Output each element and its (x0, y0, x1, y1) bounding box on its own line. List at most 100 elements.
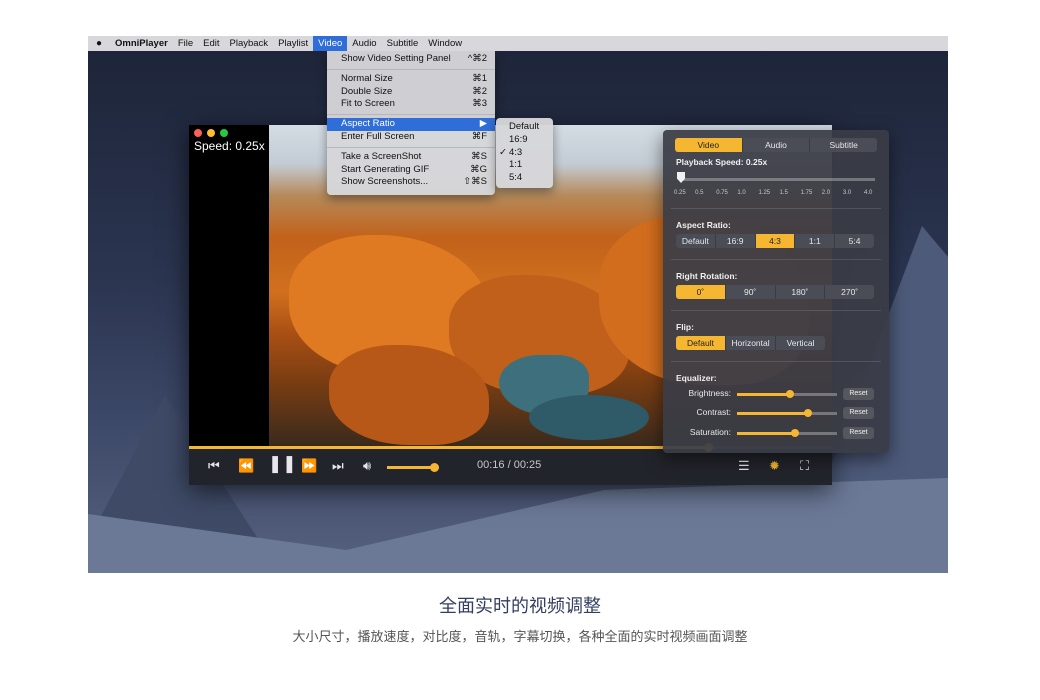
submenu-item-5-4[interactable]: 5:4 (496, 172, 553, 185)
menu-item-label: Aspect Ratio (341, 118, 395, 130)
zoom-window-button[interactable] (220, 129, 228, 137)
menu-item-show-video-setting-panel[interactable]: Show Video Setting Panel ^⌘2 (327, 53, 495, 66)
volume-icon[interactable]: 🔊︎ (363, 458, 371, 474)
menu-playback[interactable]: Playback (225, 36, 274, 51)
rotation-option-270[interactable]: 270˚ (825, 285, 874, 299)
flip-option-vertical[interactable]: Vertical (776, 336, 825, 350)
submenu-item-4-3[interactable]: ✓ 4:3 (496, 147, 553, 160)
check-icon: ✓ (499, 146, 507, 158)
fast-forward-icon[interactable]: ⏩ (301, 458, 317, 474)
speed-tick-label: 2.0 (821, 190, 831, 196)
menu-audio[interactable]: Audio (347, 36, 381, 51)
menu-item-label: Normal Size (341, 72, 393, 84)
contrast-slider[interactable] (737, 409, 837, 417)
menu-file[interactable]: File (173, 36, 198, 51)
speed-tick-label: 1.0 (737, 190, 746, 196)
rotation-option-180[interactable]: 180˚ (776, 285, 826, 299)
aspect-ratio-label: Aspect Ratio: (676, 220, 731, 230)
apple-icon[interactable]: ● (88, 38, 110, 49)
aspect-option-5-4[interactable]: 5:4 (835, 234, 874, 248)
menu-item-shortcut: ⌘G (470, 163, 487, 175)
submenu-item-label: 4:3 (509, 146, 523, 158)
menu-item-shortcut: ⌘1 (472, 72, 487, 84)
brightness-label: Brightness: (688, 388, 731, 398)
menu-item-aspect-ratio[interactable]: Aspect Ratio ▶ (327, 118, 495, 131)
video-settings-panel: Video Audio Subtitle Playback Speed: 0.2… (663, 130, 889, 453)
flip-option-default[interactable]: Default (676, 336, 726, 350)
saturation-label: Saturation: (689, 427, 731, 437)
caption-subheading: 大小尺寸，播放速度，对比度，音轨，字幕切换，各种全面的实时视频画面调整 (292, 629, 748, 644)
menu-item-show-screenshots[interactable]: Show Screenshots... ⇧⌘S (327, 176, 495, 189)
menu-item-label: Show Screenshots... (341, 176, 429, 188)
rotation-label: Right Rotation: (676, 271, 738, 281)
menu-item-label: Start Generating GIF (341, 163, 430, 175)
menu-edit[interactable]: Edit (198, 36, 224, 51)
menu-video[interactable]: Video (313, 36, 348, 51)
volume-knob[interactable] (429, 463, 439, 472)
menu-item-fit-to-screen[interactable]: Fit to Screen ⌘3 (327, 98, 495, 111)
aspect-option-4-3[interactable]: 4:3 (755, 234, 796, 248)
speed-overlay: Speed: 0.25x (194, 139, 265, 153)
minimize-window-button[interactable] (207, 129, 215, 137)
playlist-icon[interactable]: ☰ (738, 458, 750, 474)
skip-back-icon[interactable]: ⏮ (208, 458, 220, 474)
menu-item-take-screenshot[interactable]: Take a ScreenShot ⌘S (327, 151, 495, 164)
settings-icon[interactable]: ✹ (769, 458, 780, 474)
rotation-option-0[interactable]: 0˚ (676, 285, 726, 299)
slider-knob[interactable] (791, 429, 799, 437)
menu-item-enter-full-screen[interactable]: Enter Full Screen ⌘F (327, 131, 495, 144)
menu-item-shortcut: ⌘3 (472, 98, 487, 110)
submenu-item-16-9[interactable]: 16:9 (496, 134, 553, 147)
tab-audio[interactable]: Audio (743, 138, 811, 152)
close-window-button[interactable] (194, 129, 202, 137)
divider (671, 259, 881, 260)
contrast-reset-button[interactable]: Reset (843, 407, 874, 419)
menu-item-double-size[interactable]: Double Size ⌘2 (327, 86, 495, 99)
speed-tick-label: 3.0 (842, 190, 852, 196)
menu-subtitle[interactable]: Subtitle (382, 36, 424, 51)
submenu-item-default[interactable]: Default (496, 121, 553, 134)
submenu-item-label: 1:1 (509, 159, 523, 171)
menu-item-shortcut: ⇧⌘S (463, 176, 487, 188)
submenu-item-1-1[interactable]: 1:1 (496, 159, 553, 172)
slider-knob[interactable] (804, 409, 812, 417)
slider-knob[interactable] (786, 390, 794, 398)
submenu-item-label: 16:9 (509, 133, 528, 145)
fullscreen-icon[interactable]: ⛶ (800, 458, 809, 474)
aspect-option-default[interactable]: Default (676, 234, 716, 248)
contrast-label: Contrast: (696, 407, 732, 417)
menu-item-shortcut: ⌘F (471, 130, 487, 142)
menu-item-normal-size[interactable]: Normal Size ⌘1 (327, 73, 495, 86)
volume-slider[interactable] (387, 463, 439, 472)
brightness-slider[interactable] (737, 390, 837, 398)
aspect-option-16-9[interactable]: 16:9 (716, 234, 756, 248)
divider (671, 208, 881, 209)
brightness-reset-button[interactable]: Reset (843, 388, 874, 400)
rotation-option-90[interactable]: 90˚ (726, 285, 776, 299)
skip-forward-icon[interactable]: ⏭ (332, 458, 344, 474)
menu-item-label: Show Video Setting Panel (341, 53, 451, 64)
speed-tick-label: 0.5 (695, 190, 704, 196)
flip-segments: Default Horizontal Vertical (676, 336, 825, 350)
playback-speed-slider[interactable] (681, 178, 875, 181)
menu-item-start-generating-gif[interactable]: Start Generating GIF ⌘G (327, 164, 495, 177)
saturation-reset-button[interactable]: Reset (843, 427, 874, 439)
playback-speed-knob[interactable] (677, 172, 685, 183)
menu-item-label: Take a ScreenShot (341, 150, 422, 162)
divider (671, 310, 881, 311)
speed-tick-label: 1.25 (758, 190, 771, 196)
tab-subtitle[interactable]: Subtitle (810, 138, 877, 152)
tab-video[interactable]: Video (675, 138, 743, 152)
volume-fill (387, 466, 434, 469)
aspect-option-1-1[interactable]: 1:1 (795, 234, 836, 248)
rewind-icon[interactable]: ⏪ (238, 458, 254, 474)
menu-window[interactable]: Window (423, 36, 467, 51)
menu-item-shortcut: ⌘2 (472, 85, 487, 97)
aspect-ratio-submenu: Default 16:9 ✓ 4:3 1:1 5:4 (496, 118, 553, 188)
saturation-slider[interactable] (737, 429, 837, 437)
flip-option-horizontal[interactable]: Horizontal (726, 336, 776, 350)
menu-playlist[interactable]: Playlist (273, 36, 313, 51)
pause-icon[interactable]: ❚❚ (268, 455, 297, 472)
progress-fill (189, 446, 708, 449)
menu-app-name[interactable]: OmniPlayer (110, 36, 173, 51)
